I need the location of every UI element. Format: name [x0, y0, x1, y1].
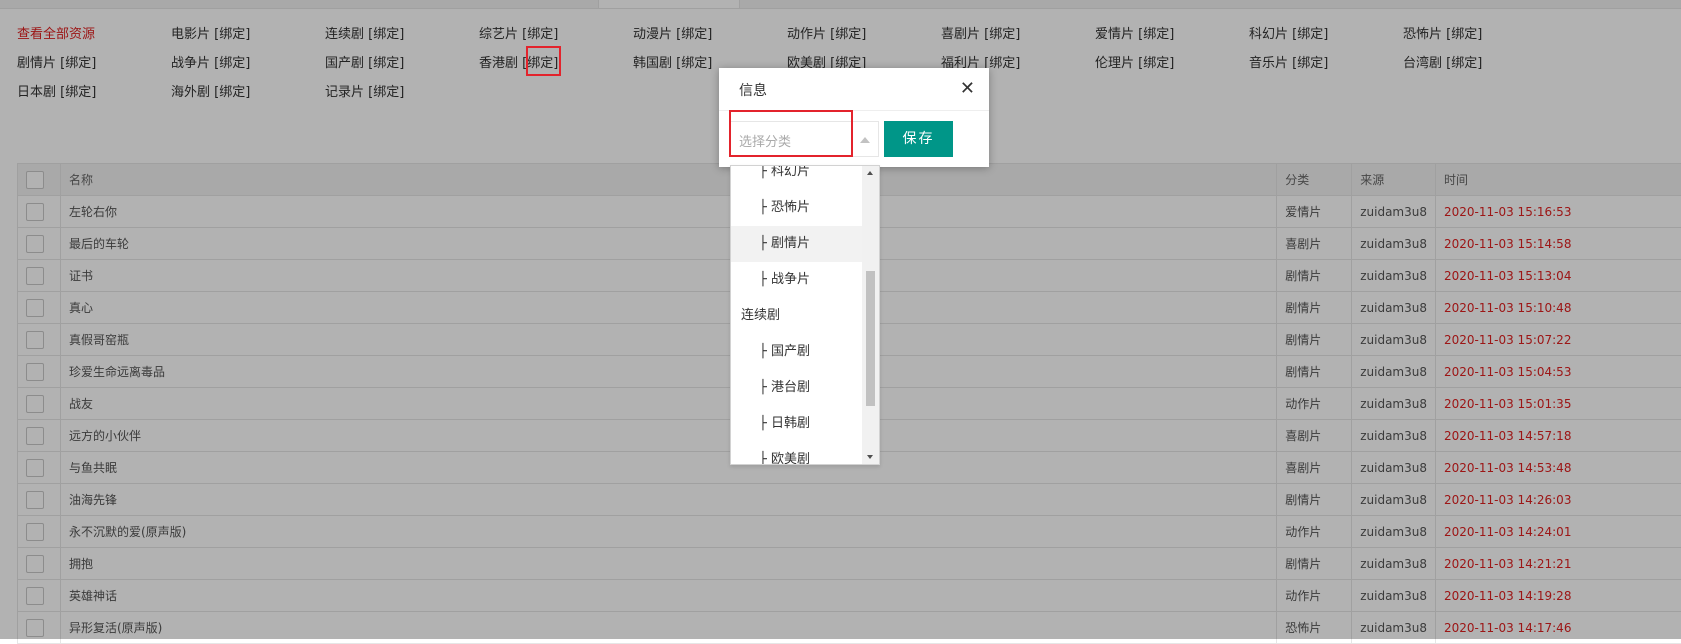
scroll-down-arrow-icon[interactable] [867, 455, 873, 459]
select-highlight [729, 110, 853, 157]
scroll-thumb[interactable] [866, 271, 875, 406]
dropdown-group[interactable]: 连续剧 [731, 298, 862, 334]
dropdown-option[interactable]: ├ 恐怖片 [731, 190, 862, 226]
bind-link-highlight [526, 46, 561, 76]
dropdown-scrollbar[interactable] [862, 166, 879, 464]
dropdown-option[interactable]: ├ 欧美剧 [731, 442, 862, 465]
dropdown-option[interactable]: ├ 港台剧 [731, 370, 862, 406]
dropdown-option[interactable]: ├ 战争片 [731, 262, 862, 298]
dialog-title: 信息 [739, 80, 767, 100]
category-dropdown[interactable]: ├ 科幻片├ 恐怖片├ 剧情片├ 战争片连续剧├ 国产剧├ 港台剧├ 日韩剧├ … [730, 165, 880, 465]
caret-up-icon[interactable] [860, 137, 870, 143]
dropdown-option[interactable]: ├ 剧情片 [731, 226, 862, 262]
scroll-up-arrow-icon[interactable] [867, 171, 873, 175]
dropdown-option[interactable]: ├ 国产剧 [731, 334, 862, 370]
dialog-header: 信息 ✕ [719, 68, 989, 111]
dropdown-option[interactable]: ├ 日韩剧 [731, 406, 862, 442]
close-icon[interactable]: ✕ [960, 78, 975, 99]
save-button[interactable]: 保存 [884, 121, 953, 157]
dropdown-options: ├ 科幻片├ 恐怖片├ 剧情片├ 战争片连续剧├ 国产剧├ 港台剧├ 日韩剧├ … [731, 165, 862, 465]
dropdown-option[interactable]: ├ 科幻片 [731, 165, 862, 190]
